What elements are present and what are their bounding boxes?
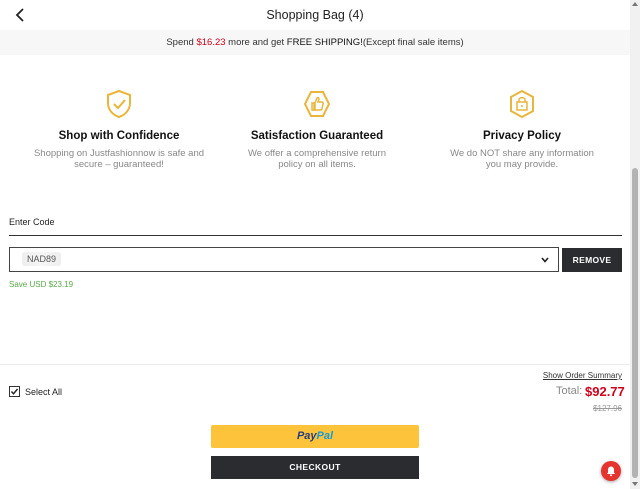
coupon-code-value: NAD89 (22, 252, 62, 266)
coupon-divider (9, 235, 622, 236)
chevron-down-icon (541, 257, 549, 263)
free-shipping-banner: Spend $16.23 more and get FREE SHIPPING!… (0, 30, 630, 55)
shield-check-icon (107, 89, 131, 119)
coupon-savings-text: Save USD $23.19 (9, 280, 74, 289)
feature-description-line: Shopping on Justfashionnow is safe and (33, 148, 205, 159)
trust-features: Shop with Confidence Shopping on Justfas… (0, 88, 630, 183)
feature-description: Shopping on Justfashionnow is safe and s… (29, 148, 209, 170)
paypal-logo-part2: Pal (316, 430, 334, 442)
paypal-logo-part1: Pay (296, 430, 317, 442)
show-order-summary-link[interactable]: Show Order Summary (543, 371, 622, 380)
bell-icon (607, 466, 615, 477)
page-title: Shopping Bag (4) (266, 8, 364, 22)
scroll-up-arrow-icon[interactable] (632, 2, 638, 6)
feature-description-line: policy on all items. (278, 159, 356, 170)
shipping-middle: more and get (225, 37, 287, 48)
feature-privacy-policy: Privacy Policy We do NOT share any infor… (432, 88, 612, 170)
feature-title: Shop with Confidence (58, 130, 180, 142)
remove-coupon-button[interactable]: REMOVE (562, 248, 622, 272)
original-price: $127.96 (593, 404, 622, 413)
thumbs-up-icon (303, 91, 331, 117)
feature-title: Satisfaction Guaranteed (250, 130, 384, 142)
feature-description-line: you may provide. (485, 159, 559, 170)
feature-description-line: We do NOT share any information (450, 148, 594, 159)
feature-title: Privacy Policy (483, 130, 561, 142)
total-label: Total: (556, 385, 583, 397)
feature-satisfaction-guaranteed: Satisfaction Guaranteed We offer a compr… (227, 88, 407, 170)
checkout-button[interactable]: CHECKOUT (211, 456, 419, 479)
notification-bell-button[interactable] (601, 461, 621, 481)
footer-divider (0, 364, 630, 365)
paypal-button[interactable]: PayPal (211, 425, 419, 448)
coupon-code-label: Enter Code (9, 217, 55, 227)
total-value: $92.77 (585, 384, 625, 399)
scrollbar-thumb[interactable] (632, 168, 638, 478)
feature-description-line: We offer a comprehensive return (248, 148, 386, 159)
shipping-amount: $16.23 (196, 37, 226, 48)
header: Shopping Bag (4) (0, 0, 630, 30)
free-shipping-text: FREE SHIPPING! (286, 37, 363, 48)
scroll-down-arrow-icon[interactable] (632, 482, 638, 486)
shipping-prefix: Spend (166, 37, 197, 48)
feature-description: We offer a comprehensive return policy o… (227, 148, 407, 170)
padlock-icon (510, 89, 534, 119)
shipping-suffix: (Except final sale items) (362, 37, 464, 48)
checkbox[interactable] (9, 386, 20, 397)
feature-shop-with-confidence: Shop with Confidence Shopping on Justfas… (29, 88, 209, 170)
checkmark-icon (10, 388, 19, 395)
feature-description: We do NOT share any information you may … (432, 148, 612, 170)
select-all-label: Select All (25, 387, 63, 397)
coupon-code-select[interactable]: NAD89 (9, 247, 559, 272)
shopping-bag-page: Shopping Bag (4) Spend $16.23 more and g… (0, 0, 640, 489)
feature-description-line: secure – guaranteed! (74, 159, 164, 170)
